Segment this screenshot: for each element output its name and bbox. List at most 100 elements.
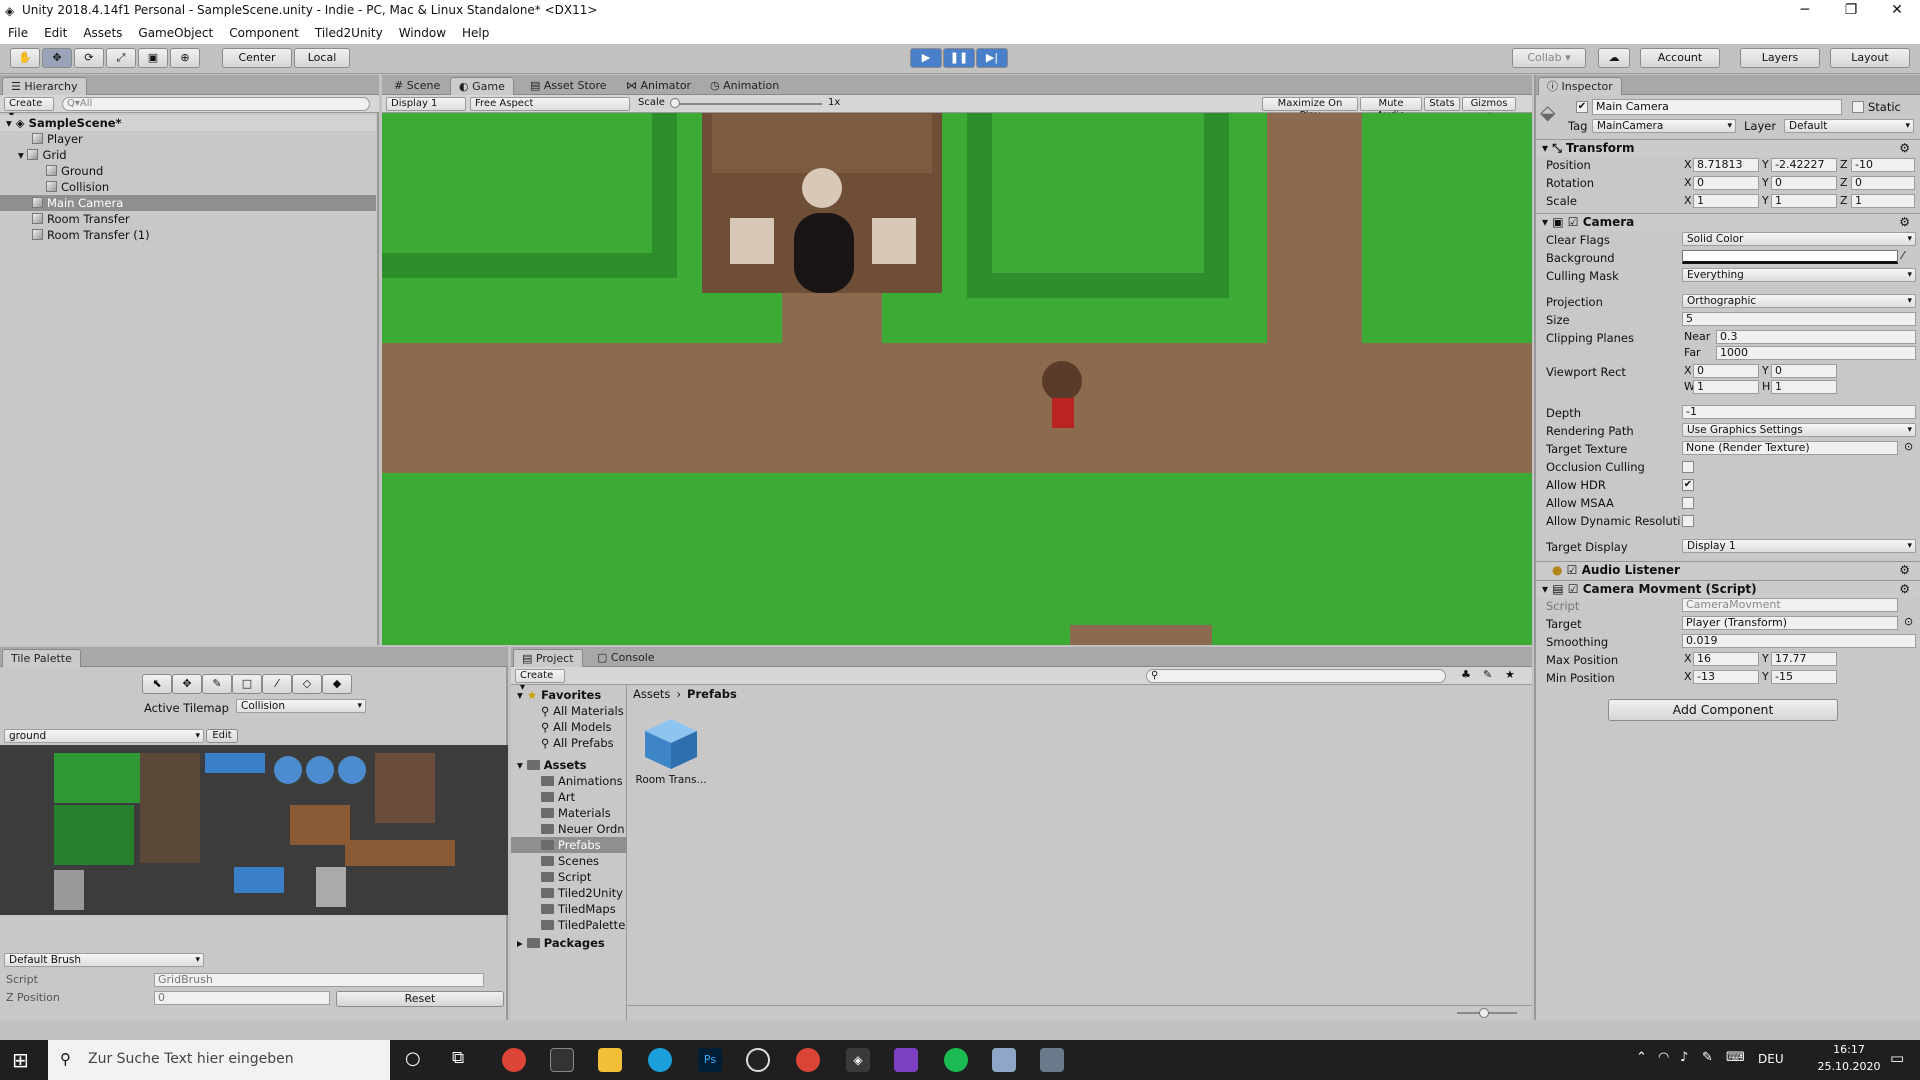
tree-folder[interactable]: Scenes <box>511 853 627 869</box>
layer-dropdown[interactable]: Default <box>1784 119 1914 133</box>
active-checkbox[interactable]: ✔ <box>1576 101 1588 113</box>
tree-folder[interactable]: Materials <box>511 805 627 821</box>
tab-project[interactable]: ▤ Project <box>513 649 583 667</box>
object-picker-icon[interactable]: ⊙ <box>1904 615 1913 628</box>
zoom-slider-handle[interactable] <box>1479 1008 1489 1018</box>
add-component-button[interactable]: Add Component <box>1608 699 1838 721</box>
tab-console[interactable]: ▢ Console <box>589 649 663 667</box>
transform-header[interactable]: ▾ ⤡ Transform ⚙ <box>1536 139 1920 157</box>
tree-all-materials[interactable]: ⚲ All Materials <box>511 703 627 719</box>
step-icon[interactable]: ▶| <box>976 48 1008 68</box>
menu-help[interactable]: Help <box>454 23 497 44</box>
tab-game[interactable]: ◐ Game <box>450 77 514 95</box>
tree-assets[interactable]: ▾ Assets <box>511 757 627 773</box>
component-settings-icon[interactable]: ⚙ <box>1899 581 1910 598</box>
tab-asset-store[interactable]: ▤ Asset Store <box>522 77 615 95</box>
filter-type-icon[interactable]: ♣ <box>1461 668 1471 681</box>
move-tile-icon[interactable]: ✥ <box>172 674 202 694</box>
eyedropper-icon[interactable]: ⁄ <box>1902 249 1904 262</box>
tab-animator[interactable]: ⋈ Animator <box>618 77 699 95</box>
reset-button[interactable]: Reset <box>336 991 504 1007</box>
aspect-dropdown[interactable]: Free Aspect <box>470 97 630 111</box>
display-dropdown[interactable]: Display 1 <box>386 97 466 111</box>
minimize-button[interactable]: ─ <box>1782 0 1828 23</box>
hierarchy-item-room-transfer[interactable]: Room Transfer <box>0 211 376 227</box>
rotation-x-field[interactable]: 0 <box>1693 176 1759 190</box>
close-button[interactable]: ✕ <box>1874 0 1920 23</box>
create-button[interactable]: Create ▾ <box>4 97 54 121</box>
tag-dropdown[interactable]: MainCamera <box>1592 119 1736 133</box>
far-field[interactable]: 1000 <box>1716 346 1916 360</box>
target-display-dropdown[interactable]: Display 1 <box>1682 539 1916 553</box>
tab-inspector[interactable]: ⓘ Inspector <box>1538 77 1622 95</box>
background-color-swatch[interactable] <box>1682 250 1898 264</box>
notification-icon[interactable]: ▭ <box>1890 1049 1904 1067</box>
hierarchy-item-player[interactable]: Player <box>0 131 376 147</box>
calculator-icon[interactable] <box>1040 1048 1064 1072</box>
pivot-local-button[interactable]: Local <box>294 48 350 68</box>
active-tilemap-dropdown[interactable]: Collision <box>236 699 366 713</box>
target-texture-field[interactable]: None (Render Texture) <box>1682 441 1898 455</box>
scale-x-field[interactable]: 1 <box>1693 194 1759 208</box>
maximize-button[interactable]: ❐ <box>1828 0 1874 23</box>
select-tool-icon[interactable]: ⬉ <box>142 674 172 694</box>
tab-scene[interactable]: # Scene <box>386 77 448 95</box>
scale-slider-handle[interactable] <box>670 98 680 108</box>
menu-assets[interactable]: Assets <box>75 23 130 44</box>
tree-all-prefabs[interactable]: ⚲ All Prefabs <box>511 735 627 751</box>
edge-icon[interactable] <box>648 1048 672 1072</box>
task-view-icon[interactable]: ⧉ <box>452 1048 464 1068</box>
stats-toggle[interactable]: Stats <box>1424 97 1460 111</box>
max-position-x-field[interactable]: 16 <box>1693 652 1759 666</box>
tree-folder[interactable]: Tiled2Unity <box>511 885 627 901</box>
app-b-icon[interactable] <box>746 1048 770 1072</box>
layout-dropdown[interactable]: Layout <box>1830 48 1910 68</box>
hierarchy-item-main-camera[interactable]: Main Camera <box>0 195 376 211</box>
prefab-item[interactable]: Room Trans... <box>633 715 709 795</box>
static-checkbox[interactable] <box>1852 101 1864 113</box>
tree-folder[interactable]: Art <box>511 789 627 805</box>
paint-brush-icon[interactable]: ✎ <box>202 674 232 694</box>
culling-mask-dropdown[interactable]: Everything <box>1682 268 1916 282</box>
min-position-y-field[interactable]: -15 <box>1771 670 1837 684</box>
breadcrumb-prefabs[interactable]: Prefabs <box>687 687 737 701</box>
menu-edit[interactable]: Edit <box>36 23 75 44</box>
camera-enabled-checkbox[interactable]: ☑ <box>1568 215 1579 229</box>
hierarchy-search-input[interactable]: Q▾All <box>62 97 370 111</box>
favorite-star-icon[interactable]: ★ <box>1505 668 1515 681</box>
projection-dropdown[interactable]: Orthographic <box>1682 294 1916 308</box>
position-y-field[interactable]: -2.42227 <box>1771 158 1837 172</box>
cortana-icon[interactable]: ○ <box>405 1048 421 1069</box>
taskbar-search[interactable]: ⚲ Zur Suche Text hier eingeben <box>48 1040 390 1080</box>
allow-msaa-checkbox[interactable] <box>1682 497 1694 509</box>
clock-time[interactable]: 16:17 <box>1814 1043 1884 1056</box>
component-settings-icon[interactable]: ⚙ <box>1899 562 1910 579</box>
occlusion-culling-checkbox[interactable] <box>1682 461 1694 473</box>
tile-grid[interactable] <box>0 745 508 915</box>
unity-icon[interactable]: ◈ <box>846 1048 870 1072</box>
tree-favorites[interactable]: ▾ ★ Favorites <box>511 687 627 703</box>
camera-movement-header[interactable]: ▾ ▤ ☑ Camera Movment (Script) ⚙ <box>1536 580 1920 598</box>
picker-icon[interactable]: ⁄ <box>262 674 292 694</box>
audio-listener-checkbox[interactable]: ☑ <box>1567 563 1578 577</box>
tree-folder[interactable]: Animations <box>511 773 627 789</box>
rect-tool-icon[interactable]: ▣ <box>138 48 168 68</box>
filter-label-icon[interactable]: ✎ <box>1483 668 1492 681</box>
min-position-x-field[interactable]: -13 <box>1693 670 1759 684</box>
allow-dynamic-resolution-checkbox[interactable] <box>1682 515 1694 527</box>
scale-tool-icon[interactable]: ⤢ <box>106 48 136 68</box>
hand-tool-icon[interactable]: ✋ <box>10 48 40 68</box>
chevron-up-icon[interactable]: ⌃ <box>1636 1050 1647 1065</box>
tab-animation[interactable]: ◷ Animation <box>702 77 787 95</box>
language-indicator[interactable]: DEU <box>1758 1052 1784 1066</box>
viewport-y-field[interactable]: 0 <box>1771 364 1837 378</box>
account-dropdown[interactable]: Account <box>1640 48 1720 68</box>
visual-studio-icon[interactable] <box>894 1048 918 1072</box>
rotation-z-field[interactable]: 0 <box>1851 176 1915 190</box>
component-settings-icon[interactable]: ⚙ <box>1899 140 1910 157</box>
paint-icon[interactable] <box>992 1048 1016 1072</box>
clock-date[interactable]: 25.10.2020 <box>1810 1060 1888 1073</box>
gizmos-dropdown[interactable]: Gizmos ▾ <box>1462 97 1516 121</box>
palette-dropdown[interactable]: ground <box>4 729 204 743</box>
clear-flags-dropdown[interactable]: Solid Color <box>1682 232 1916 246</box>
